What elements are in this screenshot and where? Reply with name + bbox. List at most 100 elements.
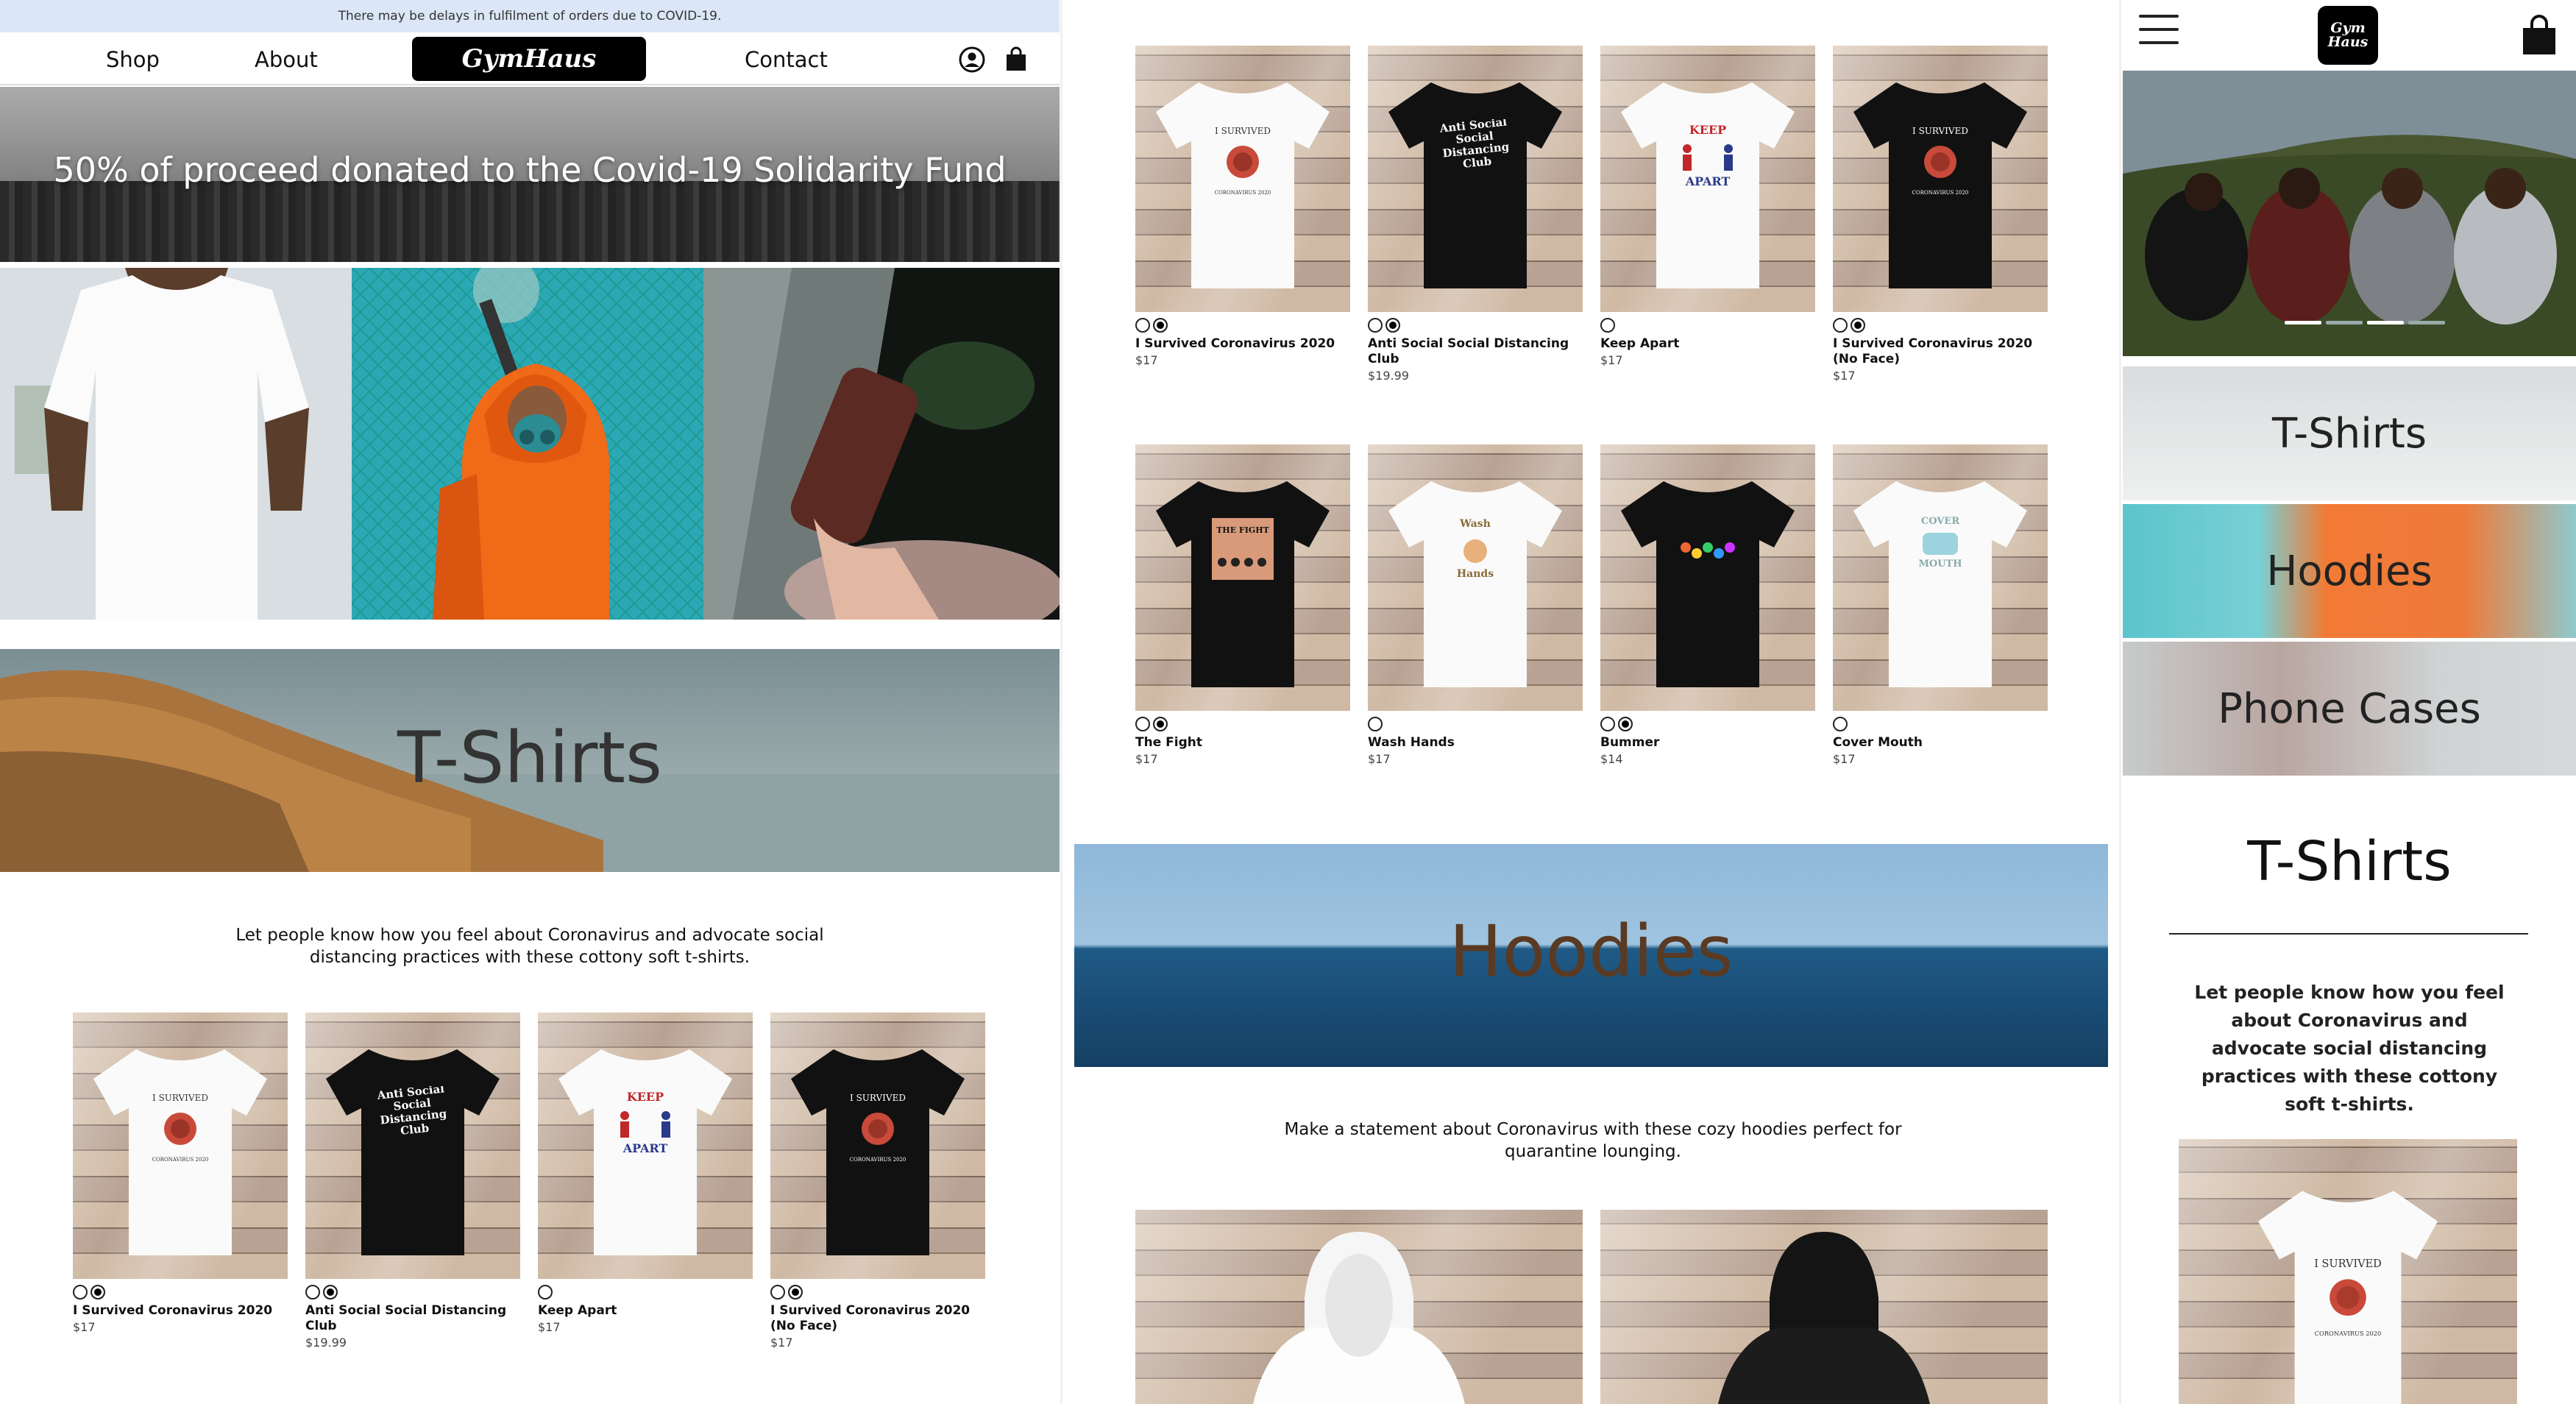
- product-price: $17: [770, 1336, 793, 1350]
- nav-shop-link[interactable]: Shop: [106, 47, 160, 72]
- shopping-bag-icon[interactable]: [2520, 15, 2558, 56]
- product-card[interactable]: Bummer $14: [1600, 444, 1815, 766]
- product-name[interactable]: Wash Hands: [1368, 735, 1583, 751]
- product-name[interactable]: I Survived Coronavirus 2020: [1135, 336, 1350, 352]
- white-swatch[interactable]: [1368, 318, 1383, 333]
- shirt-print-subtext: APART: [1685, 174, 1731, 188]
- product-card[interactable]: Anti Social Social Distancing Club Anti S…: [305, 1013, 520, 1350]
- white-swatch[interactable]: [770, 1285, 785, 1300]
- carousel-indicator[interactable]: [2285, 321, 2445, 325]
- product-image[interactable]: Anti Social Social Distancing Club: [305, 1013, 520, 1279]
- black-tshirt-graphic: [1621, 481, 1795, 687]
- white-swatch[interactable]: [1833, 717, 1848, 731]
- product-image[interactable]: KEEP APART: [1600, 46, 1815, 312]
- product-card[interactable]: I SURVIVED CORONAVIRUS 2020 I Survived Cor…: [1135, 46, 1350, 367]
- mobile-category-tshirts[interactable]: T-Shirts: [2123, 366, 2576, 500]
- black-swatch[interactable]: [91, 1285, 105, 1300]
- mobile-category-hoodies[interactable]: Hoodies: [2123, 504, 2576, 638]
- product-name[interactable]: I Survived Coronavirus 2020 (No Face): [1833, 336, 2048, 367]
- product-card[interactable]: COVER MOUTH Cover Mouth $17: [1833, 444, 2048, 766]
- product-card[interactable]: I SURVIVED CORONAVIRUS 2020 I Survived Cor…: [1833, 46, 2048, 383]
- product-image[interactable]: Anti Social Social Distancing Club: [1368, 46, 1583, 312]
- product-card[interactable]: KEEP APART Keep Apart $17: [538, 1013, 753, 1334]
- product-price: $17: [1600, 353, 1623, 367]
- product-image[interactable]: [1600, 444, 1815, 711]
- product-card[interactable]: I SURVIVED CORONAVIRUS 2020 I Survived Cor…: [73, 1013, 288, 1334]
- white-swatch[interactable]: [305, 1285, 320, 1300]
- hoodie-product-white[interactable]: [1135, 1210, 1583, 1404]
- section-divider: [2169, 933, 2528, 935]
- product-name[interactable]: Cover Mouth: [1833, 735, 2048, 751]
- product-name[interactable]: I Survived Coronavirus 2020: [73, 1303, 288, 1319]
- panel-divider: [1060, 0, 1062, 1404]
- product-name[interactable]: The Fight: [1135, 735, 1350, 751]
- mobile-product-card[interactable]: I SURVIVED CORONAVIRUS 2020: [2179, 1139, 2517, 1404]
- product-card[interactable]: KEEP APART Keep Apart $17: [1600, 46, 1815, 367]
- category-tile-tshirts[interactable]: [0, 268, 352, 620]
- color-swatches: [305, 1285, 520, 1301]
- category-tile-phone-cases[interactable]: [703, 268, 1060, 620]
- mobile-gymhaus-logo[interactable]: Gym Haus: [2318, 6, 2378, 65]
- product-card[interactable]: THE FIGHT The Fight $17: [1135, 444, 1350, 766]
- person-icon-blue-body: [661, 1121, 670, 1138]
- product-name[interactable]: Keep Apart: [1600, 336, 1815, 352]
- product-image[interactable]: I SURVIVED CORONAVIRUS 2020: [1135, 46, 1350, 312]
- product-image[interactable]: KEEP APART: [538, 1013, 753, 1279]
- nav-contact-link[interactable]: Contact: [745, 47, 828, 72]
- product-image[interactable]: I SURVIVED CORONAVIRUS 2020: [73, 1013, 288, 1279]
- black-swatch[interactable]: [1385, 318, 1400, 333]
- product-card[interactable]: Anti Social Social Distancing Club Anti S…: [1368, 46, 1583, 383]
- black-swatch[interactable]: [323, 1285, 338, 1300]
- color-swatches: [1600, 318, 1815, 334]
- gymhaus-logo[interactable]: GymHaus: [412, 37, 646, 81]
- hamburger-menu-icon[interactable]: [2139, 15, 2179, 52]
- product-image[interactable]: I SURVIVED CORONAVIRUS 2020: [1833, 46, 2048, 312]
- white-swatch[interactable]: [1135, 318, 1150, 333]
- mobile-category-phone-cases[interactable]: Phone Cases: [2123, 642, 2576, 776]
- nav-about-link[interactable]: About: [255, 47, 318, 72]
- white-swatch[interactable]: [73, 1285, 88, 1300]
- shirt-print-text: KEEP: [1689, 123, 1726, 137]
- white-hoodie-image: [1135, 1210, 1583, 1404]
- product-card[interactable]: Wash Hands Wash Hands $17: [1368, 444, 1583, 766]
- shirt-print-subtext: CORONAVIRUS 2020: [152, 1157, 209, 1163]
- black-swatch[interactable]: [788, 1285, 803, 1300]
- black-swatch[interactable]: [1153, 318, 1168, 333]
- mobile-section-title: T-Shirts: [2247, 830, 2452, 893]
- white-swatch[interactable]: [1368, 717, 1383, 731]
- white-swatch[interactable]: [1600, 717, 1615, 731]
- category-tile-hoodies[interactable]: [352, 268, 703, 620]
- product-name[interactable]: Keep Apart: [538, 1303, 753, 1319]
- product-image[interactable]: THE FIGHT: [1135, 444, 1350, 711]
- announcement-text: There may be delays in fulfilment of ord…: [338, 9, 722, 24]
- product-image[interactable]: Wash Hands: [1368, 444, 1583, 711]
- shirt-print-text: THE FIGHT: [1216, 525, 1270, 535]
- product-image[interactable]: I SURVIVED CORONAVIRUS 2020: [770, 1013, 985, 1279]
- product-name[interactable]: Anti Social Social Distancing Club: [1368, 336, 1583, 367]
- product-name[interactable]: I Survived Coronavirus 2020 (No Face): [770, 1303, 985, 1334]
- product-name[interactable]: Bummer: [1600, 735, 1815, 751]
- black-swatch[interactable]: [1851, 318, 1865, 333]
- white-tshirt-graphic: I SURVIVED CORONAVIRUS 2020: [2257, 1191, 2438, 1404]
- white-swatch[interactable]: [538, 1285, 553, 1300]
- shopping-bag-icon[interactable]: [1002, 46, 1030, 74]
- user-circle-icon[interactable]: [958, 46, 986, 74]
- color-swatches: [73, 1285, 288, 1301]
- black-swatch[interactable]: [1153, 717, 1168, 731]
- white-swatch[interactable]: [1833, 318, 1848, 333]
- white-swatch[interactable]: [1600, 318, 1615, 333]
- hoodie-product-black[interactable]: [1600, 1210, 2048, 1404]
- announcement-bar: There may be delays in fulfilment of ord…: [0, 0, 1060, 32]
- product-image[interactable]: COVER MOUTH: [1833, 444, 2048, 711]
- white-swatch[interactable]: [1135, 717, 1150, 731]
- donation-hero-banner: 50% of proceed donated to the Covid-19 S…: [0, 87, 1060, 262]
- person-icon-blue: [1724, 144, 1733, 153]
- friends-on-hill-photo: [2123, 71, 2576, 356]
- product-card[interactable]: I SURVIVED CORONAVIRUS 2020 I Survived Cor…: [770, 1013, 985, 1350]
- product-name[interactable]: Anti Social Social Distancing Club: [305, 1303, 520, 1334]
- white-tshirt-graphic: KEEP APART: [1621, 82, 1795, 288]
- forest-silhouette: [0, 181, 1060, 262]
- person-icon-red: [620, 1111, 629, 1120]
- mobile-hero-carousel[interactable]: [2123, 71, 2576, 356]
- black-swatch[interactable]: [1618, 717, 1633, 731]
